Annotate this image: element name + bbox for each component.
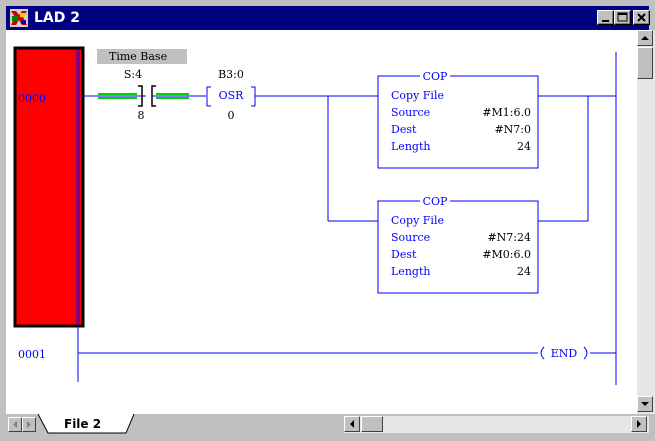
- minimize-icon: [602, 20, 609, 22]
- rung-number-0000[interactable]: 0000: [18, 92, 46, 105]
- xic-address[interactable]: S:4: [124, 68, 142, 81]
- vertical-scrollbar[interactable]: [637, 30, 655, 414]
- osr-bit: 0: [228, 109, 235, 122]
- prev-tab-icon: [27, 421, 31, 428]
- cop1-mnemonic: COP: [423, 70, 448, 83]
- scroll-left-icon: [350, 420, 354, 428]
- close-button[interactable]: [633, 10, 650, 25]
- app-icon: [10, 9, 28, 27]
- cop1-dest-value[interactable]: #N7:0: [494, 123, 531, 136]
- cop2-source-value[interactable]: #N7:24: [487, 231, 531, 244]
- maximize-button[interactable]: [614, 10, 631, 25]
- scroll-right-button[interactable]: [631, 416, 647, 432]
- end-bracket-right: [583, 346, 588, 360]
- cop-instruction-2[interactable]: COP Copy File Source #N7:24 Dest #M0:6.0…: [377, 195, 539, 294]
- rung-number-0001[interactable]: 0001: [18, 348, 46, 361]
- vertical-scroll-thumb[interactable]: [637, 47, 653, 79]
- osr-bracket-left[interactable]: [206, 86, 211, 107]
- first-tab-button[interactable]: [8, 417, 22, 432]
- scroll-up-icon: [641, 36, 649, 40]
- end-bracket-left: [540, 346, 545, 360]
- cop1-length-value[interactable]: 24: [517, 140, 531, 153]
- cop2-title: Copy File: [391, 214, 444, 227]
- xic-bit: 8: [138, 109, 145, 122]
- cop2-length-value[interactable]: 24: [517, 265, 531, 278]
- osr-bracket-right[interactable]: [251, 86, 256, 107]
- scroll-up-button[interactable]: [637, 30, 653, 46]
- osr-address[interactable]: B3:0: [218, 68, 244, 81]
- scroll-down-button[interactable]: [637, 396, 653, 412]
- close-icon: [637, 13, 646, 22]
- maximize-icon: [617, 12, 628, 22]
- first-tab-icon: [13, 421, 17, 428]
- osr-mnemonic[interactable]: OSR: [219, 89, 245, 102]
- horizontal-scroll-thumb[interactable]: [361, 416, 383, 432]
- cop1-source-label: Source: [391, 106, 430, 119]
- prev-tab-button[interactable]: [22, 417, 36, 432]
- tab-file-2-label[interactable]: File 2: [64, 417, 101, 431]
- ladder-view[interactable]: 0000 Time Base S:4 8 B3:0 OSR 0 COP Copy…: [6, 30, 637, 414]
- horizontal-scrollbar[interactable]: [344, 416, 649, 433]
- ladder-editor-window: LAD 2 0000 Time Base S:4 8 B3:0 OSR 0 CO…: [0, 0, 655, 441]
- window-title: LAD 2: [34, 10, 80, 26]
- time-base-tooltip-text: Time Base: [109, 50, 167, 63]
- cop1-dest-label: Dest: [391, 123, 417, 136]
- end-instruction[interactable]: END: [551, 347, 578, 360]
- cop1-length-label: Length: [391, 140, 430, 153]
- cop2-dest-label: Dest: [391, 248, 417, 261]
- cop1-title: Copy File: [391, 89, 444, 102]
- scroll-right-icon: [637, 420, 641, 428]
- cop2-length-label: Length: [391, 265, 430, 278]
- rung-0000-selection[interactable]: [16, 49, 82, 325]
- scroll-down-icon: [641, 402, 649, 406]
- minimize-button[interactable]: [597, 10, 614, 25]
- scroll-left-button[interactable]: [344, 416, 360, 432]
- cop1-source-value[interactable]: #M1:6.0: [482, 106, 531, 119]
- cop2-source-label: Source: [391, 231, 430, 244]
- sheet-tab-bar: File 2: [6, 414, 649, 435]
- cop2-mnemonic: COP: [423, 195, 448, 208]
- title-bar[interactable]: LAD 2: [6, 6, 650, 30]
- cop2-dest-value[interactable]: #M0:6.0: [482, 248, 531, 261]
- cop-instruction-1[interactable]: COP Copy File Source #M1:6.0 Dest #N7:0 …: [377, 70, 539, 169]
